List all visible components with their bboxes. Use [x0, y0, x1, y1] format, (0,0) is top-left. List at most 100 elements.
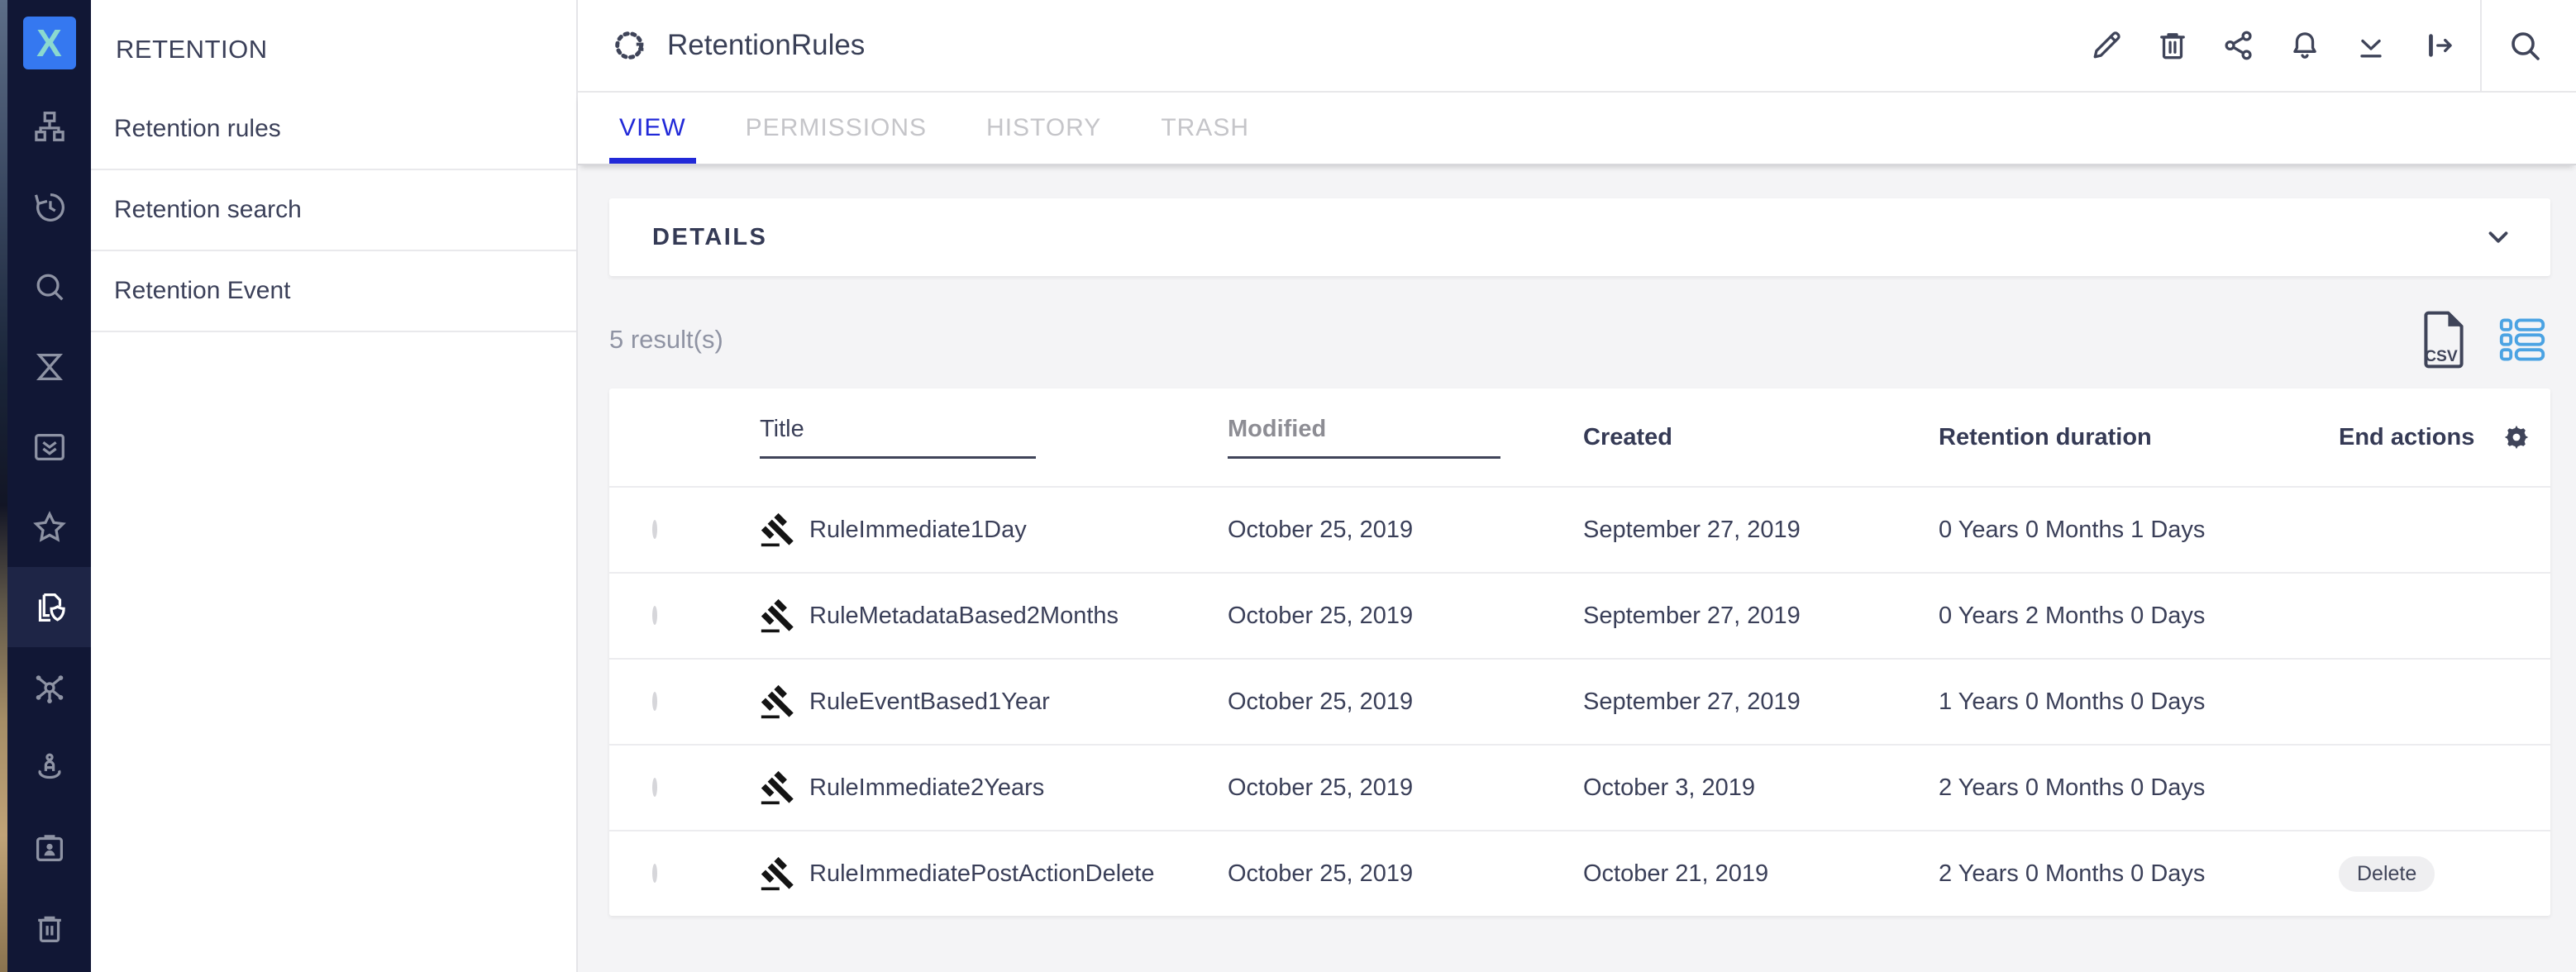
row-created: October 3, 2019 [1583, 774, 1939, 802]
column-header-modified[interactable]: Modified [1228, 416, 1583, 459]
user-card-icon [31, 829, 69, 867]
gavel-icon [760, 598, 796, 634]
results-count: 5 result(s) [609, 325, 723, 355]
row-created: October 21, 2019 [1583, 860, 1939, 888]
search-button[interactable] [2502, 22, 2548, 69]
menu-item-retention-search[interactable]: Retention search [91, 170, 576, 251]
view-content: DETAILS 5 result(s) CSV [578, 165, 2576, 972]
gavel-icon [760, 855, 796, 892]
retention-shield-doc-icon [31, 588, 69, 627]
panel-title: RETENTION [91, 0, 576, 66]
document-actions [2083, 0, 2548, 91]
table-row[interactable]: RuleImmediate1Day October 25, 2019 Septe… [609, 486, 2550, 572]
export-button[interactable] [2414, 22, 2460, 69]
results-table: Title Modified Created Retention duratio… [609, 388, 2550, 916]
document-tabs: VIEW PERMISSIONS HISTORY TRASH [578, 93, 2576, 165]
row-title: RuleImmediatePostActionDelete [809, 860, 1154, 888]
desktop-wallpaper-sliver [0, 0, 7, 972]
column-header-created[interactable]: Created [1583, 424, 1939, 451]
details-heading: DETAILS [652, 224, 767, 251]
dotted-circle-folder-icon [613, 26, 651, 64]
row-modified: October 25, 2019 [1228, 860, 1583, 888]
row-modified: October 25, 2019 [1228, 517, 1583, 544]
sidebar-item-search[interactable] [7, 246, 91, 326]
menu-item-retention-event[interactable]: Retention Event [91, 251, 576, 332]
table-row[interactable]: RuleImmediate2Years October 25, 2019 Oct… [609, 744, 2550, 830]
table-row[interactable]: RuleMetadataBased2Months October 25, 201… [609, 572, 2550, 658]
gavel-icon [760, 770, 796, 806]
admin-user-icon [31, 749, 69, 787]
row-modified: October 25, 2019 [1228, 603, 1583, 630]
table-row[interactable]: RuleEventBased1Year October 25, 2019 Sep… [609, 658, 2550, 744]
row-select-radio[interactable] [652, 778, 657, 797]
main-area: RetentionRules [578, 0, 2576, 972]
page-title: RetentionRules [667, 29, 865, 62]
row-select-radio[interactable] [652, 864, 657, 883]
column-settings-button[interactable] [2502, 423, 2531, 451]
document-header: RetentionRules [578, 0, 2576, 93]
column-header-retention-duration[interactable]: Retention duration [1939, 424, 2339, 451]
sidebar-item-pending-tasks[interactable] [7, 326, 91, 407]
gavel-icon [760, 512, 796, 548]
export-csv-button[interactable]: CSV [2418, 309, 2469, 370]
export-arrow-icon [2419, 27, 2455, 64]
sidebar-item-history[interactable] [7, 166, 91, 246]
row-retention-duration: 0 Years 2 Months 0 Days [1939, 603, 2339, 630]
delete-button[interactable] [2149, 22, 2196, 69]
share-button[interactable] [2216, 22, 2262, 69]
history-icon [31, 188, 69, 226]
search-icon [2505, 26, 2545, 65]
favorites-star-icon [31, 508, 69, 546]
browse-tree-icon [31, 107, 69, 145]
header-divider [2480, 0, 2482, 92]
table-view-toggle-button[interactable] [2499, 318, 2545, 361]
row-end-actions: Delete [2339, 856, 2502, 892]
row-title: RuleMetadataBased2Months [809, 603, 1119, 630]
end-action-badge: Delete [2339, 856, 2435, 892]
details-collapse-toggle[interactable] [2483, 222, 2514, 253]
svg-text:CSV: CSV [2425, 348, 2458, 365]
sidebar-item-favorites[interactable] [7, 487, 91, 567]
row-select-radio[interactable] [652, 692, 657, 711]
trash-icon [2154, 27, 2191, 64]
tab-trash[interactable]: TRASH [1151, 93, 1259, 164]
sidebar-item-administration[interactable] [7, 647, 91, 727]
retention-menu-panel: RETENTION Retention rules Retention sear… [91, 0, 578, 972]
sidebar-item-user-admin[interactable] [7, 727, 91, 808]
app-logo[interactable]: X [7, 0, 91, 86]
sidebar-item-user-profile[interactable] [7, 808, 91, 888]
sidebar-item-tasks[interactable] [7, 407, 91, 487]
row-retention-duration: 2 Years 0 Months 0 Days [1939, 860, 2339, 888]
details-section: DETAILS [609, 198, 2550, 276]
search-icon [31, 268, 69, 306]
tab-view[interactable]: VIEW [609, 93, 696, 164]
row-retention-duration: 0 Years 0 Months 1 Days [1939, 517, 2339, 544]
row-created: September 27, 2019 [1583, 603, 1939, 630]
row-retention-duration: 1 Years 0 Months 0 Days [1939, 688, 2339, 716]
pending-tasks-icon [31, 348, 69, 386]
download-button[interactable] [2348, 22, 2394, 69]
chevron-down-icon [2483, 222, 2514, 253]
trash-icon [31, 909, 69, 947]
column-header-end-actions[interactable]: End actions [2339, 424, 2502, 451]
sidebar-item-retention[interactable] [7, 567, 91, 647]
sidebar-item-trash[interactable] [7, 888, 91, 968]
alerts-button[interactable] [2282, 22, 2328, 69]
download-icon [2353, 27, 2389, 64]
row-retention-duration: 2 Years 0 Months 0 Days [1939, 774, 2339, 802]
row-select-radio[interactable] [652, 520, 657, 539]
tab-history[interactable]: HISTORY [976, 93, 1111, 164]
row-modified: October 25, 2019 [1228, 688, 1583, 716]
sidebar-item-browse[interactable] [7, 86, 91, 166]
results-bar: 5 result(s) CSV [609, 316, 2550, 364]
tab-permissions[interactable]: PERMISSIONS [736, 93, 937, 164]
menu-item-retention-rules[interactable]: Retention rules [91, 89, 576, 170]
row-created: September 27, 2019 [1583, 688, 1939, 716]
row-select-radio[interactable] [652, 606, 657, 625]
gavel-icon [760, 684, 796, 720]
table-row[interactable]: RuleImmediatePostActionDelete October 25… [609, 830, 2550, 916]
column-header-title[interactable]: Title [760, 416, 1228, 459]
edit-button[interactable] [2083, 22, 2130, 69]
row-title: RuleEventBased1Year [809, 688, 1050, 716]
row-modified: October 25, 2019 [1228, 774, 1583, 802]
